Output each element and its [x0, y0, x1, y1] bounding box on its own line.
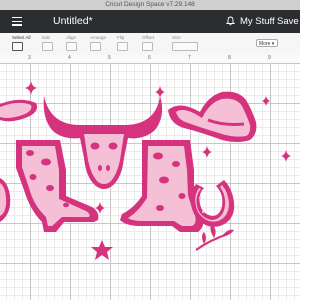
align-label: Align — [66, 35, 77, 40]
arrange-icon — [90, 42, 101, 51]
offset-label: Offset — [142, 35, 154, 40]
bell-icon[interactable] — [226, 16, 235, 26]
select-all-button[interactable]: Select All — [12, 35, 31, 51]
arrange-button[interactable]: Arrange — [90, 35, 106, 51]
edit-icon — [42, 42, 53, 51]
flip-button[interactable]: Flip — [117, 35, 128, 51]
size-label: Size — [172, 35, 181, 40]
select-all-label: Select All — [12, 35, 31, 40]
ruler-mark: 9 — [268, 55, 271, 61]
flip-label: Flip — [117, 35, 125, 40]
app-header: Untitled* My Stuff Save — [0, 10, 300, 33]
ruler-mark: 3 — [28, 55, 31, 61]
ruler-mark: 6 — [148, 55, 151, 61]
cowboy-hat-left-partial[interactable] — [0, 99, 38, 122]
cowboy-hat[interactable] — [168, 91, 257, 142]
edit-label: Edit — [42, 35, 50, 40]
canvas-artwork — [0, 81, 291, 260]
menu-icon[interactable] — [12, 17, 22, 28]
align-button[interactable]: Align — [66, 35, 77, 51]
edit-toolbar: Select All Edit Align Arrange Flip Offse… — [0, 33, 300, 56]
window-titlebar: Cricut Design Space v7.29.148 — [0, 0, 300, 10]
save-button[interactable]: Save — [277, 16, 299, 27]
ruler-mark: 4 — [68, 55, 71, 61]
select-all-icon — [12, 42, 23, 51]
flip-icon — [117, 42, 128, 51]
design-space-app: Cricut Design Space v7.29.148 Untitled* … — [0, 0, 300, 300]
cowboy-boot[interactable] — [120, 140, 204, 232]
size-control[interactable]: Size — [172, 35, 198, 51]
ruler-mark: 7 — [188, 55, 191, 61]
window-title: Cricut Design Space v7.29.148 — [105, 1, 195, 8]
star[interactable] — [91, 240, 113, 260]
ruler-mark: 5 — [108, 55, 111, 61]
document-title[interactable]: Untitled* — [53, 15, 93, 27]
edit-button[interactable]: Edit — [42, 35, 53, 51]
cowboy-boot-left-partial[interactable] — [0, 178, 11, 222]
size-field — [172, 42, 198, 51]
ruler-mark: 8 — [228, 55, 231, 61]
my-stuff-link[interactable]: My Stuff — [240, 16, 275, 27]
design-canvas[interactable] — [0, 63, 300, 300]
offset-icon — [142, 42, 153, 51]
more-dropdown[interactable]: More ▾ — [256, 39, 278, 47]
offset-button[interactable]: Offset — [142, 35, 154, 51]
arrange-label: Arrange — [90, 35, 107, 40]
align-icon — [66, 42, 77, 51]
